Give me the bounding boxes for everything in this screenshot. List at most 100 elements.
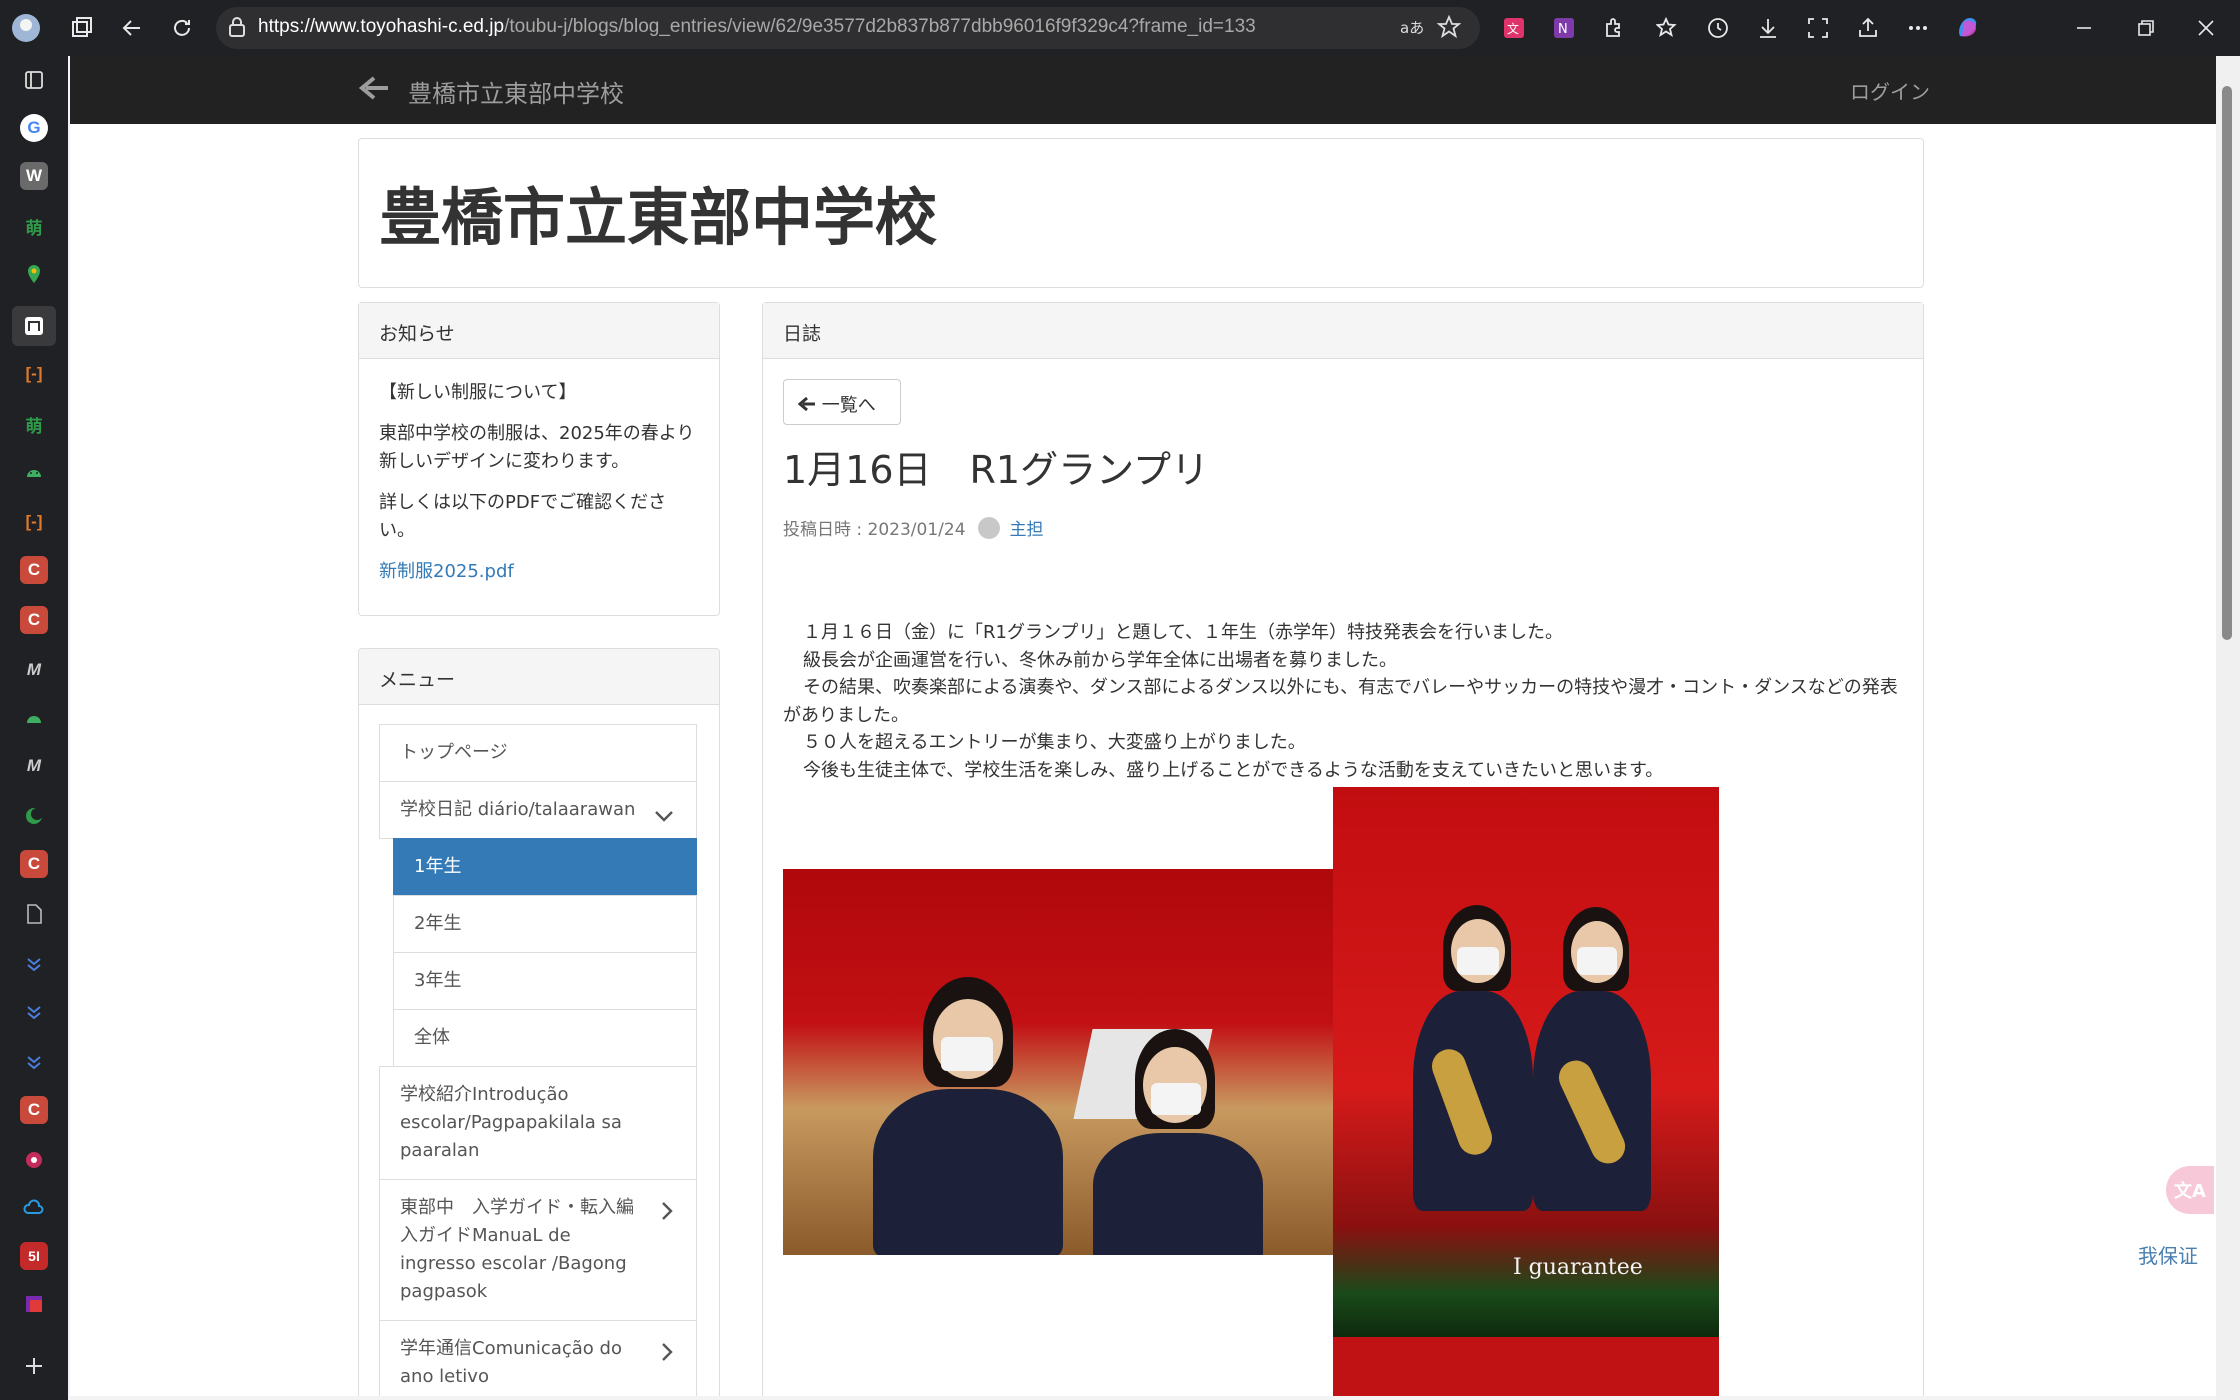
chevron-down-icon[interactable] xyxy=(654,802,674,830)
google-icon[interactable]: G xyxy=(20,114,48,142)
login-link[interactable]: ログイン xyxy=(1850,76,1930,105)
cloud-site-icon[interactable] xyxy=(20,1194,48,1222)
overlay-stamp: 我保证 xyxy=(2138,1244,2198,1268)
body-paragraph: １月１６日（金）に「R1グランプリ」と題して、１年生（赤学年）特技発表会を行いま… xyxy=(803,622,1563,643)
menu-item-grade-3[interactable]: 3年生 xyxy=(393,952,697,1010)
chevrons-down-icon[interactable] xyxy=(20,1048,48,1076)
screenshot-icon[interactable] xyxy=(1802,12,1834,44)
menu-item-label: トップページ xyxy=(400,742,508,763)
menu-item-grade-1[interactable]: 1年生 xyxy=(393,838,697,896)
c-site-icon[interactable]: C xyxy=(20,850,48,878)
menu-item-label: 東部中 入学ガイド・転入編入ガイドManuaL de ingresso esco… xyxy=(400,1197,634,1302)
body-paragraph: その結果、吹奏楽部による演奏や、ダンス部によるダンス以外にも、有志でバレーやサッ… xyxy=(783,677,1898,726)
minimize-icon[interactable] xyxy=(2068,12,2100,44)
link-bracket-icon[interactable]: [-] xyxy=(20,508,48,536)
notice-line: 東部中学校の制服は、2025年の春より新しいデザインに変わります。 xyxy=(379,423,695,472)
back-arrow-icon[interactable] xyxy=(358,74,390,110)
address-bar[interactable]: https://www.toyohashi-c.ed.jp/toubu-j/bl… xyxy=(216,7,1480,49)
translate-float-button[interactable]: 文A xyxy=(2166,1166,2214,1214)
back-to-list-button[interactable]: 一覧へ xyxy=(783,379,901,425)
photo-students-speaking[interactable] xyxy=(783,869,1333,1255)
photo-stage-next[interactable] xyxy=(1333,1337,1719,1396)
site-navbar: 豊橋市立東部中学校 ログイン xyxy=(70,56,2216,124)
url-text[interactable]: https://www.toyohashi-c.ed.jp/toubu-j/bl… xyxy=(258,16,1256,38)
chevrons-down-icon[interactable] xyxy=(20,950,48,978)
menu-item-all[interactable]: 全体 xyxy=(393,1009,697,1067)
more-menu-icon[interactable] xyxy=(1902,12,1934,44)
c-site-icon[interactable]: C xyxy=(20,606,48,634)
active-site-icon[interactable] xyxy=(12,306,56,346)
android-icon[interactable] xyxy=(20,458,48,486)
translate-icon: 文A xyxy=(2174,1181,2206,1202)
chevron-right-icon[interactable] xyxy=(660,1200,674,1228)
moon-site-icon[interactable] xyxy=(20,802,48,830)
copilot-icon[interactable] xyxy=(1952,12,1984,44)
svg-text:文: 文 xyxy=(1507,21,1519,36)
notice-line: 詳しくは以下のPDFでご確認ください。 xyxy=(379,492,667,541)
site-header-panel: 豊橋市立東部中学校 xyxy=(358,138,1924,288)
m-site-icon[interactable]: M xyxy=(20,656,48,684)
read-aloud-icon[interactable]: aあ xyxy=(1398,15,1424,41)
history-icon[interactable] xyxy=(1702,12,1734,44)
menu-item-school-diary[interactable]: 学校日記 diário/talaarawan xyxy=(379,781,697,839)
browser-toolbar: https://www.toyohashi-c.ed.jp/toubu-j/bl… xyxy=(0,0,2240,56)
bookmark-site-icon[interactable]: 萌 xyxy=(20,212,48,240)
menu-item-admission-guide[interactable]: 東部中 入学ガイド・転入編入ガイドManuaL de ingresso esco… xyxy=(379,1179,697,1321)
scrollbar-thumb[interactable] xyxy=(2222,86,2232,640)
site-title[interactable]: 豊橋市立東部中学校 xyxy=(379,167,937,257)
android-icon[interactable] xyxy=(20,704,48,732)
notice-body: 【新しい制服について】 東部中学校の制服は、2025年の春より新しいデザインに変… xyxy=(359,359,719,619)
maps-pin-icon[interactable] xyxy=(20,260,48,288)
colorful-site-icon[interactable] xyxy=(20,1290,48,1318)
pdf-link[interactable]: 新制服2025.pdf xyxy=(379,561,514,582)
browser-sidebar: G W 萌 [-] 萌 [-] C C M M C C 5I xyxy=(0,56,68,1400)
author-link[interactable]: 主担 xyxy=(1010,515,1044,540)
photo-overlay-text: I guarantee xyxy=(1513,1255,1643,1280)
tab-actions-icon[interactable] xyxy=(66,12,98,44)
m-site-icon[interactable]: M xyxy=(20,752,48,780)
menu-item-top-page[interactable]: トップページ xyxy=(379,724,697,782)
favorite-star-icon[interactable] xyxy=(1436,14,1462,41)
author-avatar-icon xyxy=(977,516,1000,539)
menu-item-label: 2年生 xyxy=(414,913,462,934)
menu-heading: メニュー xyxy=(359,649,719,705)
add-site-icon[interactable] xyxy=(20,1352,48,1380)
red-circle-site-icon[interactable] xyxy=(20,1146,48,1174)
wikipedia-icon[interactable]: W xyxy=(20,162,48,190)
tabs-panel-icon[interactable] xyxy=(20,66,48,94)
menu-item-label: 学校日記 diário/talaarawan xyxy=(400,799,636,820)
translate-extension-icon[interactable]: 文 xyxy=(1498,12,1530,44)
document-icon[interactable] xyxy=(20,900,48,928)
fifty-one-site-icon[interactable]: 5I xyxy=(20,1242,48,1270)
bookmark-site-icon[interactable]: 萌 xyxy=(20,410,48,438)
chevrons-down-icon[interactable] xyxy=(20,998,48,1026)
downloads-icon[interactable] xyxy=(1752,12,1784,44)
menu-item-grade-2[interactable]: 2年生 xyxy=(393,895,697,953)
menu-panel: メニュー トップページ 学校日記 diário/talaarawan 1年生 2… xyxy=(358,648,720,1396)
page-scrollbar[interactable] xyxy=(2216,56,2240,1400)
entry-meta: 投稿日時 : 2023/01/24 主担 xyxy=(783,515,1044,540)
lock-icon[interactable] xyxy=(228,16,250,40)
diary-panel: 日誌 一覧へ 1月16日 R1グランプリ 投稿日時 : 2023/01/24 主… xyxy=(762,302,1924,1396)
notice-line: 【新しい制服について】 xyxy=(379,382,577,403)
c-site-icon[interactable]: C xyxy=(20,556,48,584)
refresh-icon[interactable] xyxy=(166,12,198,44)
menu-item-grade-news[interactable]: 学年通信Comunicação do ano letivo xyxy=(379,1320,697,1396)
back-arrow-icon[interactable] xyxy=(116,12,148,44)
c-site-icon[interactable]: C xyxy=(20,1096,48,1124)
site-brand-link[interactable]: 豊橋市立東部中学校 xyxy=(408,74,624,109)
link-bracket-icon[interactable]: [-] xyxy=(20,360,48,388)
extensions-puzzle-icon[interactable] xyxy=(1598,12,1630,44)
notice-heading: お知らせ xyxy=(359,303,719,359)
chevron-right-icon[interactable] xyxy=(660,1341,674,1369)
restore-icon[interactable] xyxy=(2130,12,2162,44)
photo-saxophone-players[interactable]: I guarantee xyxy=(1333,787,1719,1337)
back-button-label: 一覧へ xyxy=(821,395,876,416)
profile-avatar-icon[interactable] xyxy=(10,12,42,44)
favorites-icon[interactable] xyxy=(1652,12,1684,44)
menu-item-label: 1年生 xyxy=(414,856,462,877)
onenote-extension-icon[interactable]: N xyxy=(1548,12,1580,44)
share-icon[interactable] xyxy=(1852,12,1884,44)
menu-item-school-intro[interactable]: 学校紹介Introdução escolar/Pagpapakilala sa … xyxy=(379,1066,697,1180)
close-window-icon[interactable] xyxy=(2190,12,2222,44)
